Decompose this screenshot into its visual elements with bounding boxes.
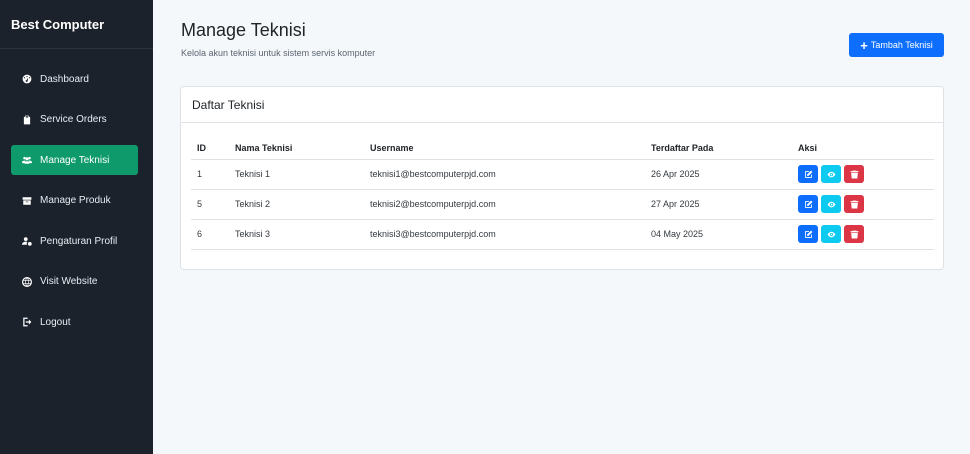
teknisi-card: Daftar Teknisi ID Nama Teknisi Username … [180, 86, 944, 270]
cell-id: 6 [191, 219, 229, 250]
delete-button[interactable] [844, 195, 864, 213]
add-teknisi-button[interactable]: + Tambah Teknisi [849, 33, 944, 57]
edit-icon [804, 170, 812, 178]
gauge-icon [22, 74, 32, 84]
logout-icon [22, 317, 32, 327]
cell-date: 27 Apr 2025 [645, 189, 792, 220]
sidebar-item-manage-produk[interactable]: Manage Produk [11, 186, 138, 216]
sidebar-item-label: Visit Website [40, 276, 98, 287]
cell-actions [792, 159, 934, 190]
column-header-actions: Aksi [792, 137, 934, 160]
view-button[interactable] [821, 165, 841, 183]
cell-date: 26 Apr 2025 [645, 159, 792, 190]
sidebar-item-dashboard[interactable]: Dashboard [11, 64, 138, 94]
trash-icon [850, 230, 858, 238]
main-content: Manage Teknisi Kelola akun teknisi untuk… [153, 0, 970, 454]
delete-button[interactable] [844, 165, 864, 183]
delete-button[interactable] [844, 225, 864, 243]
edit-button[interactable] [798, 165, 818, 183]
column-header-id: ID [191, 137, 229, 160]
eye-icon [827, 201, 835, 207]
edit-icon [804, 230, 812, 238]
sidebar-item-service-orders[interactable]: Service Orders [11, 105, 138, 135]
add-teknisi-label: Tambah Teknisi [870, 40, 933, 50]
cell-id: 1 [191, 159, 229, 190]
column-header-name: Nama Teknisi [229, 137, 364, 160]
sidebar-item-label: Service Orders [40, 114, 107, 125]
sidebar-item-label: Pengaturan Profil [40, 235, 118, 247]
cell-username: teknisi3@bestcomputerpjd.com [364, 219, 645, 250]
sidebar: Best Computer Dashboard Service Orders M… [0, 0, 153, 454]
cell-name: Teknisi 3 [229, 219, 364, 250]
clipboard-icon [22, 115, 32, 125]
sidebar-item-logout[interactable]: Logout [11, 307, 138, 337]
cell-actions [792, 189, 934, 220]
cell-id: 5 [191, 189, 229, 220]
table-row: 5 Teknisi 2 teknisi2@bestcomputerpjd.com… [191, 189, 934, 220]
page-title: Manage Teknisi [181, 20, 306, 40]
column-header-date: Terdaftar Pada [645, 137, 792, 160]
view-button[interactable] [821, 225, 841, 243]
sidebar-item-label: Manage Teknisi [40, 154, 110, 166]
table-row: 6 Teknisi 3 teknisi3@bestcomputerpjd.com… [191, 219, 934, 250]
table-row: 1 Teknisi 1 teknisi1@bestcomputerpjd.com… [191, 159, 934, 190]
teknisi-table: ID Nama Teknisi Username Terdaftar Pada … [191, 137, 934, 250]
cell-username: teknisi2@bestcomputerpjd.com [364, 189, 645, 220]
plus-icon: + [860, 37, 868, 53]
table-header-row: ID Nama Teknisi Username Terdaftar Pada … [191, 137, 934, 160]
trash-icon [850, 170, 858, 178]
sidebar-item-label: Dashboard [40, 73, 89, 85]
sidebar-item-manage-teknisi[interactable]: Manage Teknisi [11, 145, 138, 175]
edit-button[interactable] [798, 225, 818, 243]
eye-icon [827, 171, 835, 177]
page-subtitle: Kelola akun teknisi untuk sistem servis … [181, 48, 376, 58]
view-button[interactable] [821, 195, 841, 213]
card-title: Daftar Teknisi [181, 87, 943, 123]
column-header-username: Username [364, 137, 645, 160]
sidebar-item-label: Logout [40, 316, 71, 328]
cell-name: Teknisi 2 [229, 189, 364, 220]
users-icon [22, 155, 32, 165]
globe-icon [22, 276, 32, 287]
box-icon [22, 196, 32, 206]
trash-icon [850, 200, 858, 208]
cell-actions [792, 219, 934, 250]
brand-title: Best Computer [0, 0, 153, 49]
cell-date: 04 May 2025 [645, 219, 792, 250]
cell-name: Teknisi 1 [229, 159, 364, 190]
user-gear-icon [22, 236, 32, 246]
sidebar-nav: Dashboard Service Orders Manage Teknisi … [0, 49, 153, 337]
sidebar-item-label: Manage Produk [40, 195, 111, 206]
cell-username: teknisi1@bestcomputerpjd.com [364, 159, 645, 190]
sidebar-item-pengaturan-profil[interactable]: Pengaturan Profil [11, 226, 138, 256]
edit-button[interactable] [798, 195, 818, 213]
edit-icon [804, 200, 812, 208]
sidebar-item-visit-website[interactable]: Visit Website [11, 267, 138, 297]
eye-icon [827, 231, 835, 237]
